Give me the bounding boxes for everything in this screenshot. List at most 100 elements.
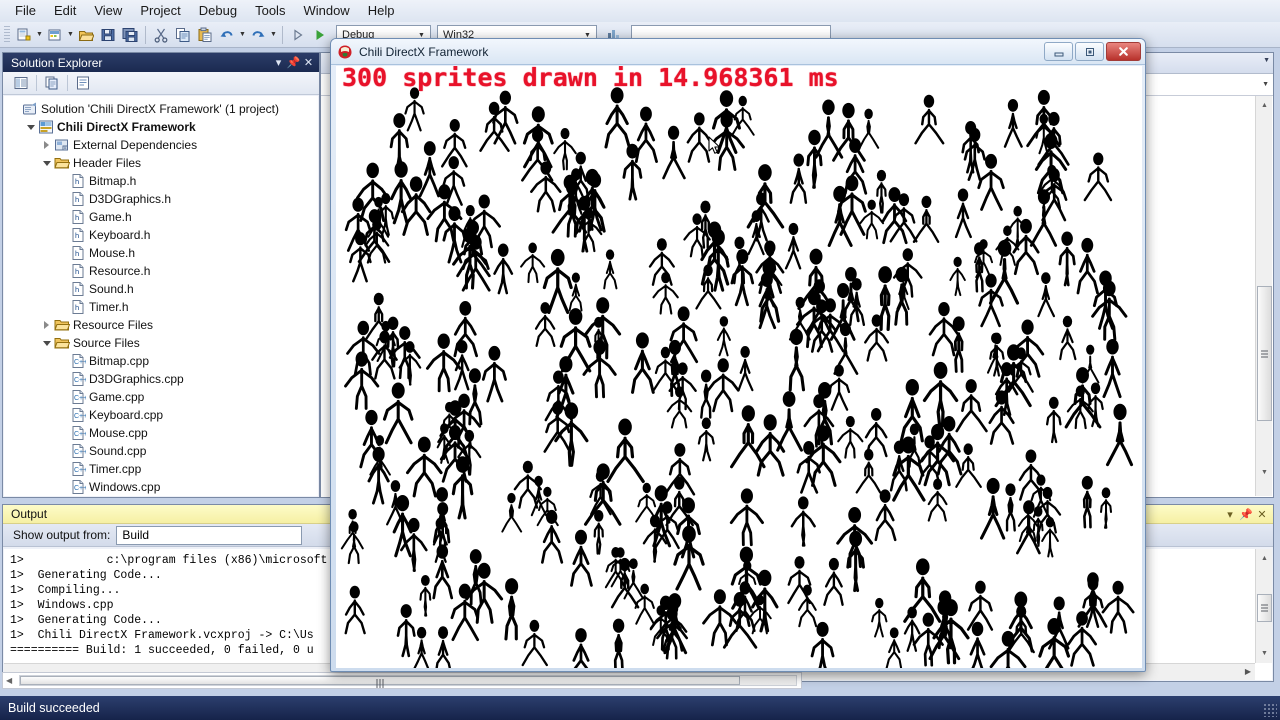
directx-title-bar[interactable]: Chili DirectX Framework (331, 39, 1145, 65)
sprite (700, 200, 711, 249)
redo-dropdown-icon[interactable]: ▼ (269, 25, 278, 45)
sprite (922, 361, 959, 427)
sprite (755, 414, 786, 477)
tree-item-external-dependencies[interactable]: External Dependencies (4, 136, 318, 154)
hscroll-thumb[interactable] (20, 676, 740, 688)
open-file-icon[interactable] (76, 25, 96, 45)
save-icon[interactable] (98, 25, 118, 45)
tree-item-solution-chili-directx-framework-1-project[interactable]: Solution 'Chili DirectX Framework' (1 pr… (4, 100, 318, 118)
close-button[interactable] (1106, 42, 1141, 61)
tree-item-mouse-cpp[interactable]: C++ Mouse.cpp (4, 424, 318, 442)
view-code-icon[interactable] (73, 74, 93, 93)
tree-item-mouse-h[interactable]: h Mouse.h (4, 244, 318, 262)
sprite (1083, 152, 1113, 202)
scroll-up-arrow-icon[interactable]: ▲ (1256, 98, 1273, 113)
editor-vertical-scrollbar[interactable]: ▲ ▼ (1255, 96, 1272, 496)
sprite (493, 243, 514, 295)
toolbar-grip[interactable] (4, 25, 10, 44)
new-project-icon[interactable] (14, 25, 34, 45)
sprite (481, 345, 507, 403)
sprite (530, 161, 562, 213)
redo-icon[interactable] (248, 25, 268, 45)
tree-item-bitmap-cpp[interactable]: C++ Bitmap.cpp (4, 352, 318, 370)
output-dropdown-icon[interactable]: ▾ (1222, 506, 1238, 522)
save-all-icon[interactable] (120, 25, 140, 45)
maximize-button[interactable] (1075, 42, 1104, 61)
tree-item-windows-cpp[interactable]: C++ Windows.cpp (4, 478, 318, 496)
sprite-stats-overlay: 300 sprites drawn in 14.968361 ms (342, 66, 839, 92)
output-source-combo[interactable]: Build (116, 525, 303, 545)
tree-expander-placeholder (56, 244, 69, 262)
tree-item-d3dgraphics-cpp[interactable]: C++ D3DGraphics.cpp (4, 370, 318, 388)
output-vertical-scrollbar[interactable]: ▲ ▼ (1255, 549, 1272, 663)
chevron-down-icon[interactable] (24, 118, 37, 136)
chevron-down-icon[interactable] (40, 334, 53, 352)
hscroll-track[interactable] (19, 675, 797, 688)
tree-item-game-h[interactable]: h Game.h (4, 208, 318, 226)
properties-icon[interactable] (11, 74, 31, 93)
menu-item-view[interactable]: View (85, 0, 131, 22)
tree-item-resource-h[interactable]: h Resource.h (4, 262, 318, 280)
directx-render-surface[interactable]: 300 sprites drawn in 14.968361 ms (336, 66, 1142, 668)
sprite (1102, 339, 1122, 399)
tree-item-resource-files[interactable]: Resource Files (4, 316, 318, 334)
output-pin-icon[interactable]: 📌 (1238, 506, 1254, 522)
start-debug-icon[interactable] (310, 25, 330, 45)
sprite (570, 529, 593, 587)
menu-item-debug[interactable]: Debug (190, 0, 246, 22)
chevron-right-icon[interactable] (40, 136, 53, 154)
sprite (435, 626, 452, 668)
tree-item-sound-h[interactable]: h Sound.h (4, 280, 318, 298)
tab-list-dropdown-icon[interactable]: ▼ (1263, 57, 1270, 64)
minimize-button[interactable] (1044, 42, 1073, 61)
tree-item-source-files[interactable]: Source Files (4, 334, 318, 352)
undo-dropdown-icon[interactable]: ▼ (238, 25, 247, 45)
scroll-down-arrow-icon[interactable]: ▼ (1256, 465, 1273, 480)
close-icon[interactable]: ✕ (301, 55, 316, 70)
tree-item-sound-cpp[interactable]: C++ Sound.cpp (4, 442, 318, 460)
solution-tree[interactable]: Solution 'Chili DirectX Framework' (1 pr… (4, 96, 318, 496)
editor-horizontal-scrollbar[interactable]: ◀ (2, 672, 802, 689)
tree-expander-placeholder (56, 208, 69, 226)
chevron-down-icon[interactable] (40, 154, 53, 172)
resize-grip-icon[interactable] (1263, 703, 1277, 717)
tree-item-bitmap-h[interactable]: h Bitmap.h (4, 172, 318, 190)
tree-item-keyboard-h[interactable]: h Keyboard.h (4, 226, 318, 244)
tree-item-header-files[interactable]: Header Files (4, 154, 318, 172)
tree-item-keyboard-cpp[interactable]: C++ Keyboard.cpp (4, 406, 318, 424)
scroll-left-arrow-icon[interactable]: ◀ (6, 676, 12, 685)
menu-item-file[interactable]: File (6, 0, 45, 22)
menu-item-edit[interactable]: Edit (45, 0, 85, 22)
tree-item-game-cpp[interactable]: C++ Game.cpp (4, 388, 318, 406)
editor-scroll-thumb[interactable] (1257, 286, 1272, 421)
step-into-icon[interactable] (288, 25, 308, 45)
undo-icon[interactable] (217, 25, 237, 45)
chevron-right-icon[interactable] (40, 316, 53, 334)
output-scroll-down-icon[interactable]: ▼ (1256, 646, 1273, 661)
menu-item-tools[interactable]: Tools (246, 0, 294, 22)
pin-icon[interactable]: 📌 (286, 55, 301, 70)
tree-expander-placeholder (56, 262, 69, 280)
output-scroll-thumb[interactable] (1257, 594, 1272, 622)
header-file-icon: h (69, 227, 86, 243)
pane-dropdown-icon[interactable]: ▾ (271, 55, 286, 70)
copy-icon[interactable] (173, 25, 193, 45)
tree-item-timer-cpp[interactable]: C++ Timer.cpp (4, 460, 318, 478)
menu-item-window[interactable]: Window (294, 0, 358, 22)
new-project-dropdown-icon[interactable]: ▼ (35, 25, 44, 45)
output-scroll-up-icon[interactable]: ▲ (1256, 551, 1273, 566)
new-item-dropdown-icon[interactable]: ▼ (66, 25, 75, 45)
output-close-icon[interactable]: ✕ (1254, 506, 1270, 522)
menu-item-project[interactable]: Project (131, 0, 189, 22)
new-item-icon[interactable] (45, 25, 65, 45)
paste-icon[interactable] (195, 25, 215, 45)
sprite (737, 345, 754, 392)
output-scroll-right-icon[interactable]: ▶ (1245, 667, 1251, 676)
cut-icon[interactable] (151, 25, 171, 45)
tree-item-d3dgraphics-h[interactable]: h D3DGraphics.h (4, 190, 318, 208)
directx-app-window[interactable]: Chili DirectX Framework 300 sprites draw… (330, 38, 1146, 672)
menu-item-help[interactable]: Help (359, 0, 404, 22)
show-all-files-icon[interactable] (42, 74, 62, 93)
tree-item-chili-directx-framework[interactable]: Chili DirectX Framework (4, 118, 318, 136)
tree-item-timer-h[interactable]: h Timer.h (4, 298, 318, 316)
